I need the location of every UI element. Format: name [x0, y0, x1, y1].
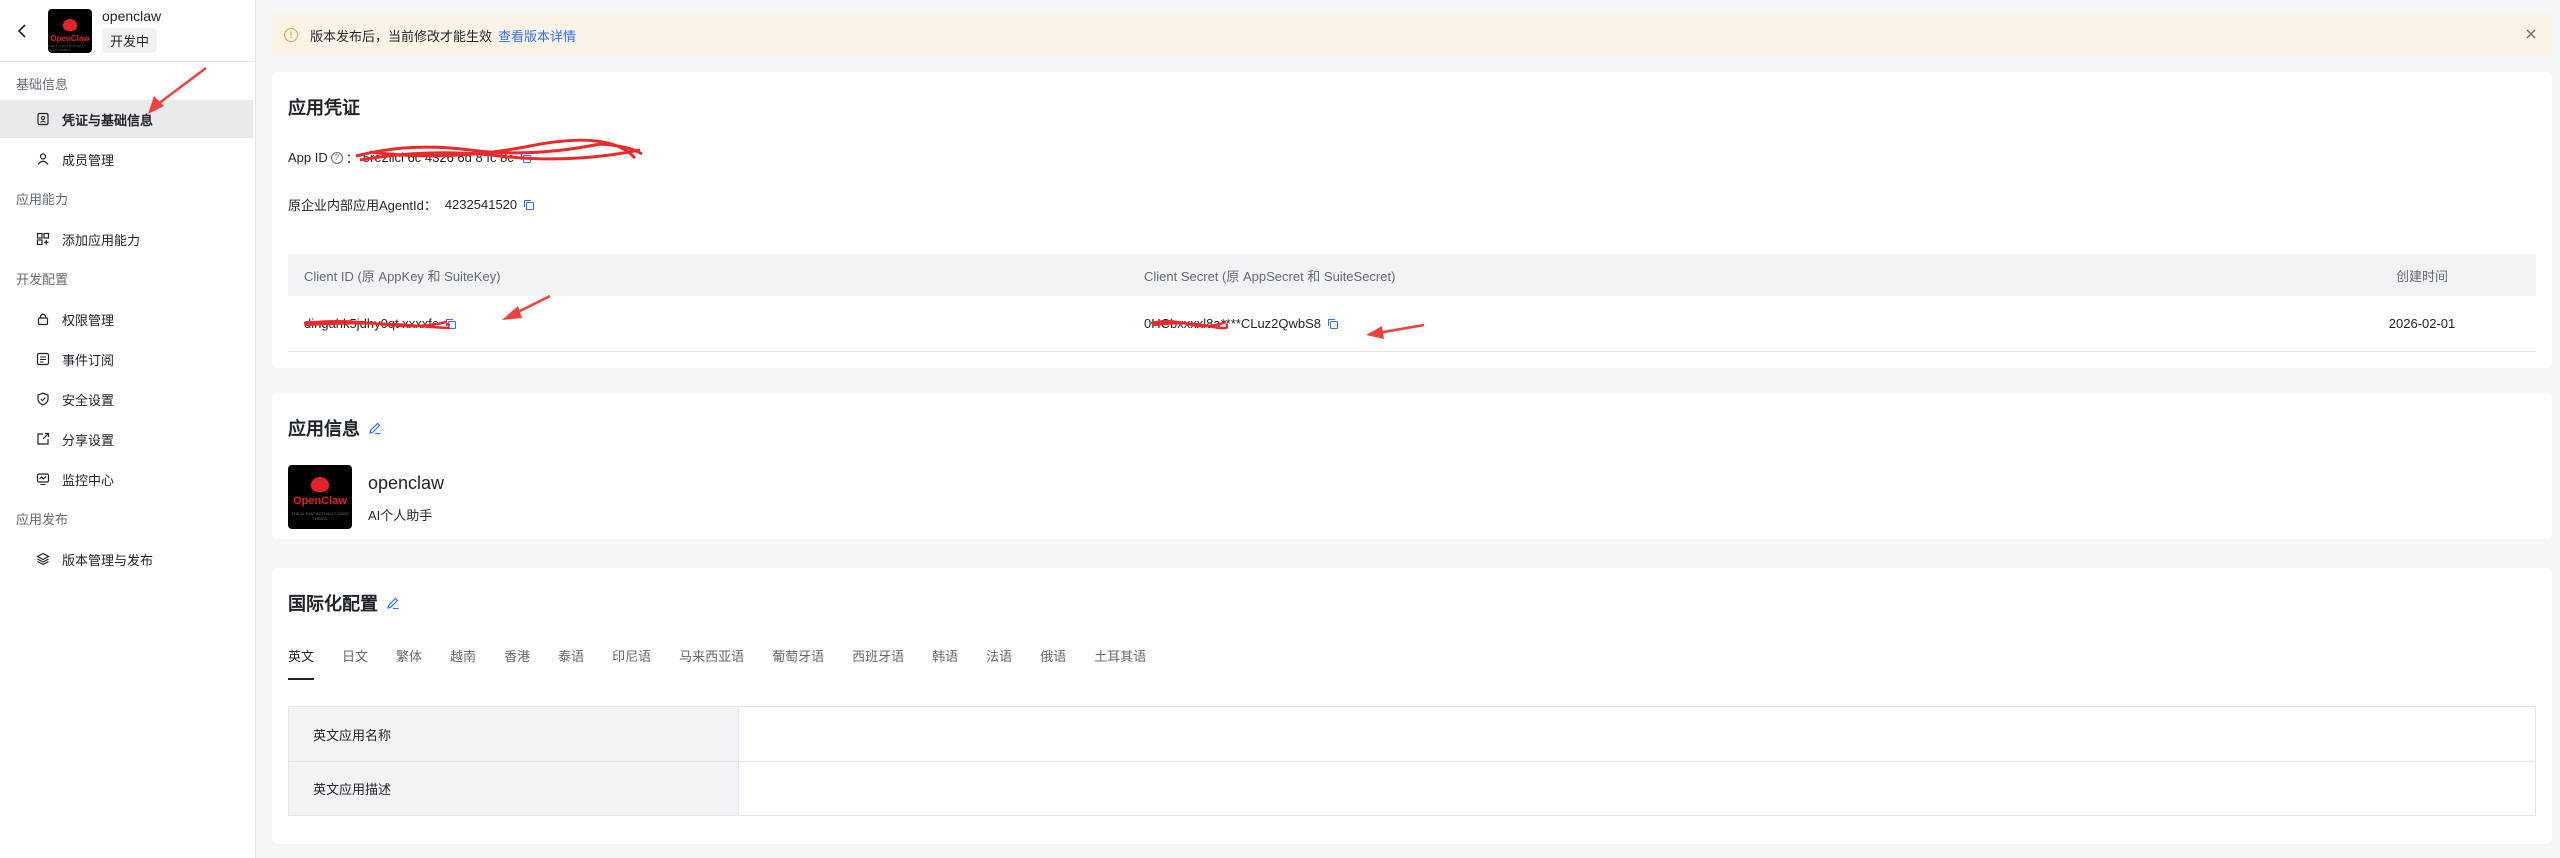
app-id-row: App ID ? ： 5re2llcl 6c 4326 6d 8 fc 8c: [288, 148, 532, 167]
tab-spanish[interactable]: 西班牙语: [852, 646, 904, 680]
agent-id-row: 原企业内部应用AgentId： 4232541520: [288, 195, 535, 214]
credentials-card: 应用凭证 App ID ? ： 5re2llcl 6c 4326 6d 8 fc…: [272, 72, 2552, 368]
field-label: 英文应用名称: [289, 707, 739, 761]
table-row: 英文应用描述: [289, 761, 2535, 815]
tab-japanese[interactable]: 日文: [342, 646, 368, 680]
table-row: 英文应用名称: [289, 707, 2535, 761]
sidebar-item-label: 分享设置: [62, 432, 115, 448]
nav-group-title: 应用发布: [16, 512, 69, 527]
app-logo: OpenClaw THE AI THAT ACTUALLY DOES THING…: [48, 8, 92, 53]
sidebar-item-permissions[interactable]: 权限管理: [0, 300, 255, 338]
sidebar-item-members[interactable]: 成员管理: [0, 140, 255, 178]
column-header: Client ID (原 AppKey 和 SuiteKey): [304, 268, 501, 284]
table-row: dingahk5jdhy0qt xxxxfe 0HCbxxxxl8a****CL…: [288, 296, 2536, 352]
edit-icon[interactable]: [386, 596, 400, 610]
i18n-fields-table: 英文应用名称 英文应用描述: [288, 706, 2536, 816]
tab-portuguese[interactable]: 葡萄牙语: [772, 646, 824, 680]
grid-plus-icon: [36, 232, 50, 246]
table-header: Client ID (原 AppKey 和 SuiteKey) Client S…: [288, 254, 2536, 296]
close-icon[interactable]: [2524, 27, 2538, 41]
sidebar-item-label: 版本管理与发布: [62, 552, 154, 568]
tab-indonesian[interactable]: 印尼语: [612, 646, 651, 680]
tab-english[interactable]: 英文: [288, 646, 315, 680]
i18n-card: 国际化配置 英文 日文 繁体 越南 香港 泰语 印尼语 马来西亚语 葡萄牙语 西…: [272, 568, 2552, 844]
tab-thai[interactable]: 泰语: [558, 646, 584, 680]
credential-icon: [36, 112, 50, 126]
sidebar: OpenClaw THE AI THAT ACTUALLY DOES THING…: [0, 0, 256, 858]
sidebar-item-credentials[interactable]: 凭证与基础信息: [0, 100, 253, 138]
english-name-value: [739, 707, 2535, 761]
sidebar-item-label: 安全设置: [62, 392, 115, 408]
copy-icon[interactable]: [445, 318, 457, 330]
app-id-label: App ID: [288, 150, 328, 165]
help-icon[interactable]: ?: [330, 151, 343, 164]
tab-turkish[interactable]: 土耳其语: [1094, 646, 1146, 680]
sidebar-item-label: 凭证与基础信息: [62, 112, 154, 128]
view-version-details-link[interactable]: 查看版本详情: [498, 26, 576, 45]
chevron-left-icon: [17, 23, 26, 38]
tab-traditional[interactable]: 繁体: [396, 646, 422, 680]
sidebar-item-add-capability[interactable]: 添加应用能力: [0, 220, 255, 258]
nav-group-title: 应用能力: [16, 192, 69, 207]
tab-hongkong[interactable]: 香港: [504, 646, 530, 680]
tab-malay[interactable]: 马来西亚语: [679, 646, 744, 680]
app-info-card: 应用信息 OpenClaw THE AI THAT ACTUALLY DOES …: [272, 393, 2552, 539]
client-secret-value: 0HCbxxxxl8a****CLuz2QwbS8: [1144, 316, 1322, 331]
nav-group-title: 基础信息: [16, 77, 69, 92]
client-id-value: dingahk5jdhy0qt xxxxfe: [304, 316, 440, 331]
tab-korean[interactable]: 韩语: [932, 646, 958, 680]
created-date: 2026-02-01: [2388, 316, 2456, 331]
share-icon: [36, 432, 50, 446]
event-icon: [36, 352, 50, 366]
shield-icon: [36, 392, 50, 406]
column-header: 创建时间: [2395, 268, 2448, 284]
app-id-value: 5re2llcl 6c 4326 6d 8 fc 8c: [362, 150, 514, 165]
tab-russian[interactable]: 俄语: [1040, 646, 1066, 680]
app-name: openclaw: [102, 8, 162, 24]
column-header: Client Secret (原 AppSecret 和 SuiteSecret…: [1144, 268, 1396, 284]
status-badge: 开发中: [102, 28, 158, 53]
english-desc-value: [739, 762, 2535, 815]
app-info-title: 应用信息: [288, 419, 360, 439]
user-icon: [36, 152, 50, 166]
client-credentials-table: Client ID (原 AppKey 和 SuiteKey) Client S…: [288, 254, 2536, 352]
sidebar-item-share[interactable]: 分享设置: [0, 420, 255, 458]
sidebar-item-security[interactable]: 安全设置: [0, 380, 255, 418]
agent-id-value: 4232541520: [444, 197, 518, 212]
layers-icon: [36, 552, 50, 566]
copy-icon[interactable]: [523, 199, 535, 211]
copy-icon[interactable]: [1327, 318, 1339, 330]
lock-icon: [36, 312, 50, 326]
i18n-title: 国际化配置: [288, 594, 378, 614]
sidebar-item-versions[interactable]: 版本管理与发布: [0, 540, 255, 578]
app-header: OpenClaw THE AI THAT ACTUALLY DOES THING…: [0, 0, 255, 62]
tab-vietnamese[interactable]: 越南: [450, 646, 476, 680]
sidebar-item-events[interactable]: 事件订阅: [0, 340, 255, 378]
app-logo: OpenClaw THE AI THAT ACTUALLY DOES THING…: [288, 465, 352, 529]
nav-group-title: 开发配置: [16, 272, 69, 287]
credentials-title: 应用凭证: [288, 98, 360, 118]
sidebar-item-label: 权限管理: [62, 312, 115, 328]
sidebar-item-label: 监控中心: [62, 472, 115, 488]
language-tabs: 英文 日文 繁体 越南 香港 泰语 印尼语 马来西亚语 葡萄牙语 西班牙语 韩语…: [288, 646, 1174, 680]
agent-id-label: 原企业内部应用AgentId：: [288, 198, 437, 213]
back-button[interactable]: [14, 23, 30, 39]
sidebar-item-label: 成员管理: [62, 152, 115, 168]
tab-french[interactable]: 法语: [986, 646, 1012, 680]
sidebar-nav: 基础信息 凭证与基础信息 成员管理 应用能力 添加应用能力 开发配置 权限管理 …: [0, 62, 255, 578]
app-description: AI个人助手: [368, 508, 433, 523]
info-warning-icon: !: [284, 28, 298, 42]
banner-text: 版本发布后，当前修改才能生效: [310, 28, 493, 44]
publish-notice-banner: ! 版本发布后，当前修改才能生效 查看版本详情: [272, 14, 2552, 56]
monitor-icon: [36, 472, 50, 486]
app-name: openclaw: [368, 473, 445, 493]
sidebar-item-label: 添加应用能力: [62, 232, 141, 248]
sidebar-item-monitor[interactable]: 监控中心: [0, 460, 255, 498]
copy-icon[interactable]: [520, 152, 532, 164]
sidebar-item-label: 事件订阅: [62, 352, 115, 368]
field-label: 英文应用描述: [289, 762, 739, 815]
edit-icon[interactable]: [368, 421, 382, 435]
